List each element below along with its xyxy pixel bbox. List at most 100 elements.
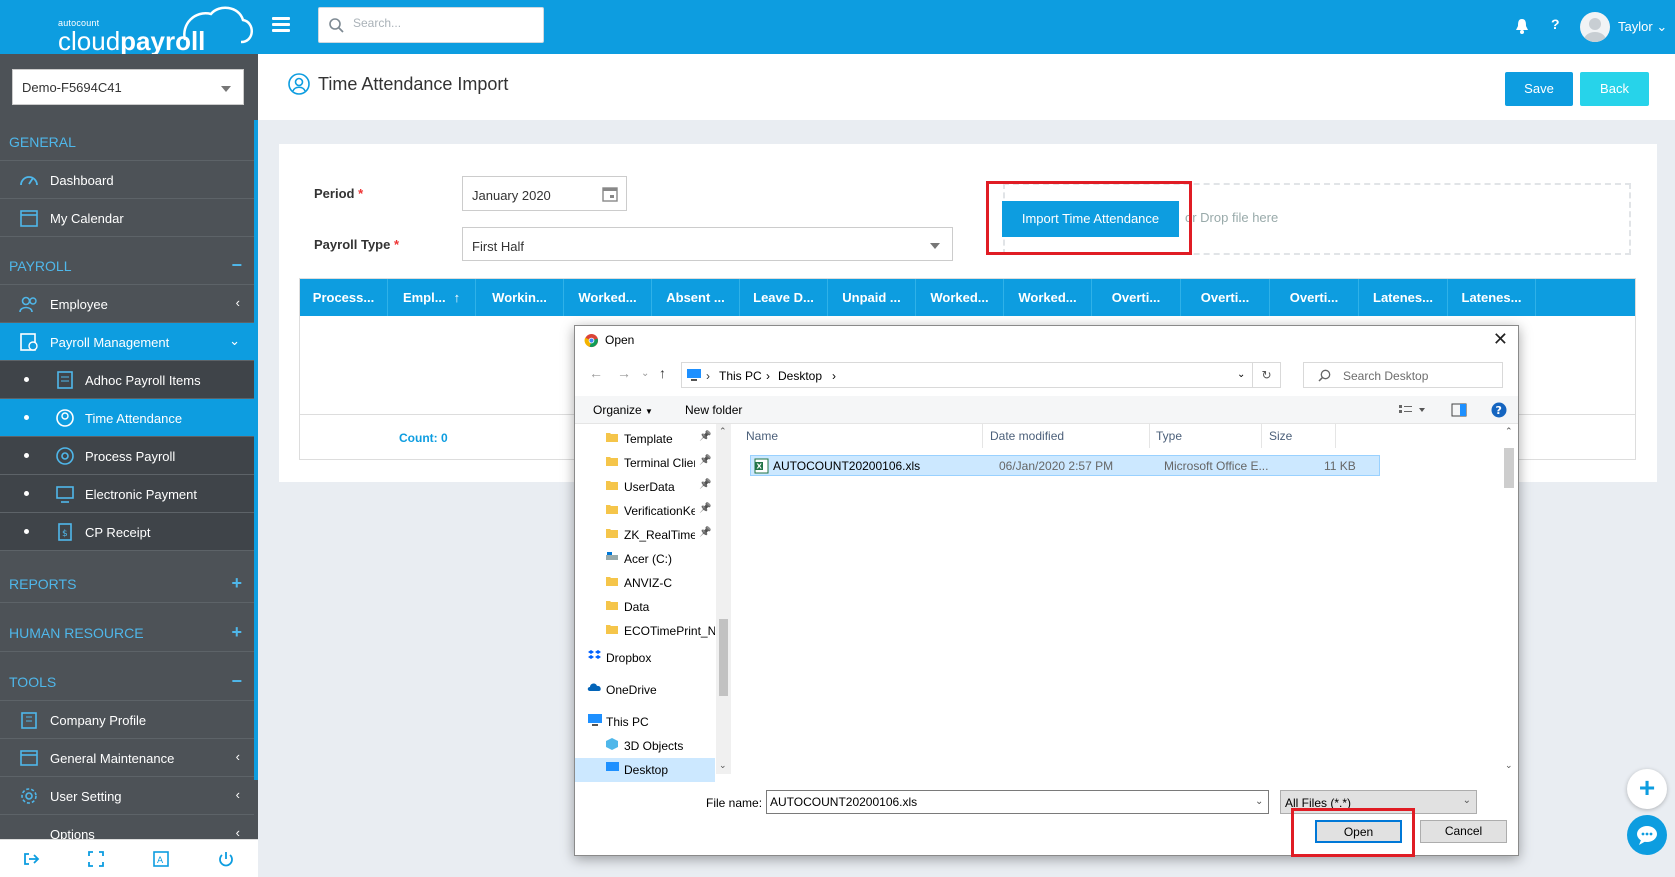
sidebar-item-employee[interactable]: Employee ‹ (0, 285, 254, 323)
computer-icon (587, 713, 603, 730)
sidebar-item-adhoc-payroll[interactable]: Adhoc Payroll Items (0, 361, 254, 399)
user-menu[interactable]: Taylor ⌄ (1618, 19, 1667, 35)
help-icon[interactable]: ? (1551, 16, 1560, 32)
file-name-input[interactable] (766, 790, 1269, 814)
column-type[interactable]: Type (1156, 429, 1182, 443)
nav-item[interactable]: Dropbox (575, 646, 715, 670)
save-button[interactable]: Save (1505, 72, 1573, 106)
calendar-icon[interactable] (602, 186, 618, 202)
sidebar-item-cp-receipt[interactable]: $ CP Receipt (0, 513, 254, 551)
onedrive-icon (587, 681, 603, 696)
menu-toggle-icon[interactable] (272, 17, 290, 33)
bullet-dot (24, 453, 29, 458)
fullscreen-icon[interactable] (87, 850, 105, 868)
sidebar-item-payroll-management[interactable]: Payroll Management ⌄ (0, 323, 254, 361)
table-column-header[interactable]: Process... (300, 279, 388, 316)
nav-item[interactable]: Acer (C:) (575, 547, 715, 571)
help-icon[interactable]: ? (1491, 402, 1507, 418)
sidebar-item-options[interactable]: Options ‹ (0, 815, 254, 839)
column-date-modified[interactable]: Date modified (990, 429, 1064, 443)
table-column-header[interactable]: Latenes... (1359, 279, 1448, 316)
up-arrow-icon[interactable]: ↑ (659, 365, 666, 381)
sidebar-scrollbar[interactable] (254, 120, 258, 780)
dialog-search[interactable]: Search Desktop (1303, 362, 1503, 388)
nav-item[interactable]: 3D Objects (575, 734, 715, 758)
recent-dropdown-icon[interactable]: ⌄ (641, 368, 649, 379)
table-column-header[interactable]: Empl... ↑ (388, 279, 476, 316)
sidebar-item-company-profile[interactable]: Company Profile (0, 701, 254, 739)
nav-item[interactable]: Template 📌 (575, 427, 715, 451)
section-human-resource[interactable]: HUMAN RESOURCE + (0, 614, 254, 652)
view-options-icon[interactable] (1399, 404, 1427, 416)
chat-fab-button[interactable] (1627, 815, 1667, 855)
sort-ascending-icon[interactable]: ↑ (454, 290, 461, 305)
nav-item[interactable]: This PC (575, 710, 715, 734)
nav-item[interactable]: Desktop (575, 758, 715, 782)
table-column-header[interactable]: Worked... (564, 279, 652, 316)
chevron-down-icon[interactable]: ⌄ (1237, 369, 1245, 380)
address-bar[interactable]: › This PC › Desktop › ⌄ (681, 362, 1253, 388)
table-column-header[interactable]: Absent ... (652, 279, 740, 316)
forward-arrow-icon[interactable]: → (617, 365, 631, 381)
chevron-down-icon[interactable]: ⌄ (1255, 796, 1263, 807)
table-column-header[interactable]: Leave D... (740, 279, 828, 316)
navigation-scrollbar[interactable]: ⌃ ⌄ (716, 424, 731, 774)
nav-item[interactable]: ANVIZ-C (575, 571, 715, 595)
power-icon[interactable] (217, 850, 235, 868)
column-size[interactable]: Size (1269, 429, 1292, 443)
nav-item[interactable]: Terminal Client 📌 (575, 451, 715, 475)
table-column-header[interactable]: Worked... (916, 279, 1004, 316)
sidebar-item-process-payroll[interactable]: Process Payroll (0, 437, 254, 475)
company-select[interactable]: Demo-F5694C41 (12, 69, 244, 105)
table-column-header[interactable]: Worked... (1004, 279, 1092, 316)
sidebar-item-user-setting[interactable]: User Setting ‹ (0, 777, 254, 815)
file-row-selected[interactable]: X AUTOCOUNT20200106.xls 06/Jan/2020 2:57… (750, 455, 1380, 476)
table-column-header[interactable]: Overti... (1270, 279, 1359, 316)
new-folder-button[interactable]: New folder (685, 403, 742, 417)
highlight-box (1291, 808, 1415, 857)
section-tools[interactable]: TOOLS − (0, 663, 254, 701)
nav-item[interactable]: VerificationKey 📌 (575, 499, 715, 523)
preview-pane-icon[interactable] (1451, 403, 1467, 417)
column-name[interactable]: Name (746, 429, 778, 443)
nav-item-label: 3D Objects (624, 739, 684, 753)
user-avatar[interactable] (1580, 12, 1610, 42)
sidebar-item-electronic-payment[interactable]: Electronic Payment (0, 475, 254, 513)
section-general[interactable]: GENERAL (0, 123, 254, 161)
section-payroll[interactable]: PAYROLL − (0, 247, 254, 285)
back-arrow-icon[interactable]: ← (589, 365, 603, 381)
sidebar-item-general-maintenance[interactable]: General Maintenance ‹ (0, 739, 254, 777)
close-icon[interactable]: ✕ (1493, 329, 1508, 350)
table-column-header[interactable]: Overti... (1092, 279, 1181, 316)
nav-item[interactable]: UserData 📌 (575, 475, 715, 499)
refresh-icon[interactable]: ↻ (1253, 362, 1281, 388)
period-input[interactable]: January 2020 (462, 176, 627, 211)
breadcrumb-this-pc[interactable]: This PC (719, 369, 762, 383)
file-list-scrollbar[interactable]: ⌃ ⌄ (1501, 424, 1517, 774)
nav-item[interactable]: ZK_RealTime_ 📌 (575, 523, 715, 547)
global-search[interactable] (318, 7, 544, 43)
add-fab-button[interactable]: + (1627, 769, 1667, 809)
sidebar-item-time-attendance[interactable]: Time Attendance (0, 399, 254, 437)
payroll-type-select[interactable]: First Half (462, 227, 953, 261)
table-column-header[interactable]: Workin... (476, 279, 564, 316)
sidebar-item-calendar[interactable]: My Calendar (0, 199, 254, 237)
organize-menu[interactable]: Organize ▼ (593, 403, 653, 417)
table-column-header[interactable]: Overti... (1181, 279, 1270, 316)
table-column-header[interactable]: Unpaid ... (828, 279, 916, 316)
table-column-header[interactable]: Latenes... (1448, 279, 1536, 316)
breadcrumb-desktop[interactable]: Desktop (778, 369, 822, 383)
section-reports[interactable]: REPORTS + (0, 565, 254, 603)
back-button[interactable]: Back (1580, 72, 1649, 106)
nav-item[interactable]: OneDrive (575, 678, 715, 702)
search-input[interactable] (353, 16, 538, 30)
cancel-button[interactable]: Cancel (1420, 820, 1507, 843)
nav-item[interactable]: ECOTimePrint_N (575, 619, 715, 643)
notification-bell-icon[interactable] (1515, 18, 1529, 34)
nav-item-label: ZK_RealTime_ (624, 528, 695, 542)
file-size: 11 KB (1324, 459, 1356, 473)
nav-item[interactable]: Data (575, 595, 715, 619)
sign-out-icon[interactable] (22, 850, 40, 868)
language-icon[interactable]: A (152, 850, 170, 868)
sidebar-item-dashboard[interactable]: Dashboard (0, 161, 254, 199)
